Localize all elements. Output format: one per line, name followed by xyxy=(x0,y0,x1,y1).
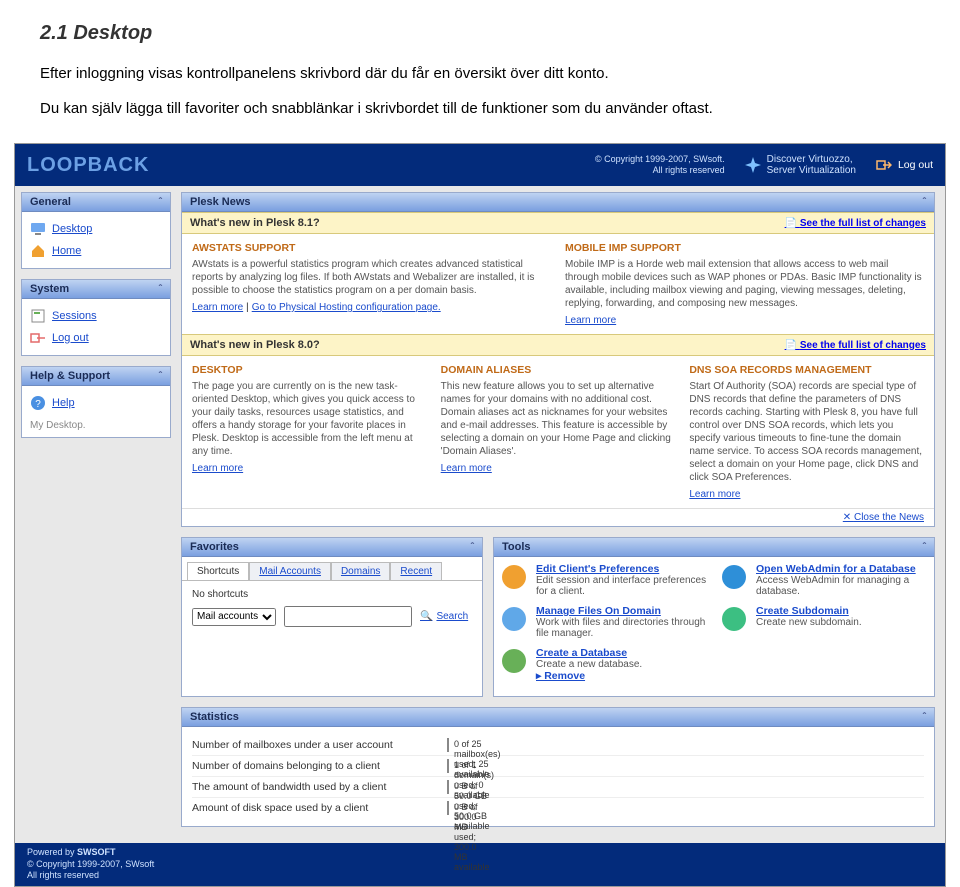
sparkle-icon xyxy=(745,157,761,173)
progress-bar: 0 of 25 mailbox(es) used; 25 available xyxy=(447,738,449,752)
news-subhead-81: What's new in Plesk 8.1? xyxy=(190,217,320,229)
header-copyright: © Copyright 1999-2007, SWsoft. All right… xyxy=(595,154,725,176)
learn-more-link[interactable]: Learn more xyxy=(441,463,492,474)
tool-link[interactable]: Edit Client's Preferences xyxy=(536,563,659,575)
tools-title: Tools xyxy=(502,541,531,553)
statistics-box: Statistics ˆ Number of mailboxes under a … xyxy=(181,707,935,827)
search-icon: 🔍 xyxy=(420,611,432,622)
virtuozzo-link[interactable]: Discover Virtuozzo, Server Virtualizatio… xyxy=(745,154,856,176)
header-bar: LOOPBACK © Copyright 1999-2007, SWsoft. … xyxy=(15,144,945,186)
home-icon xyxy=(30,243,46,259)
svg-text:?: ? xyxy=(35,399,41,410)
news-item-dns-soa: DNS SOA RECORDS MANAGEMENT Start Of Auth… xyxy=(689,364,924,500)
tools-box: Tools ˆ Edit Client's PreferencesEdit ses… xyxy=(493,537,935,697)
doc-paragraph-2: Du kan själv lägga till favoriter och sn… xyxy=(40,98,920,119)
tool-item: Manage Files On DomainWork with files an… xyxy=(500,605,708,639)
sidebar-section-help: Help & Support xyxy=(30,370,110,382)
tool-link[interactable]: Manage Files On Domain xyxy=(536,605,661,617)
chevron-up-icon[interactable]: ˆ xyxy=(471,542,474,553)
tool-item: Edit Client's PreferencesEdit session an… xyxy=(500,563,708,597)
stat-row: Amount of disk space used by a client0 B… xyxy=(192,797,924,818)
stat-row: Number of domains belonging to a client1… xyxy=(192,755,924,776)
chevron-up-icon[interactable]: ˆ xyxy=(159,371,162,382)
full-list-link[interactable]: 📄 See the full list of changes xyxy=(785,340,926,351)
news-subhead-80: What's new in Plesk 8.0? xyxy=(190,339,320,351)
search-link[interactable]: 🔍 Search xyxy=(420,611,468,622)
tool-icon xyxy=(500,563,528,591)
sidebar-section-general: General xyxy=(30,196,71,208)
desktop-icon xyxy=(30,221,46,237)
statistics-title: Statistics xyxy=(190,711,239,723)
tab-domains[interactable]: Domains xyxy=(331,562,390,580)
logout-button[interactable]: Log out xyxy=(876,157,933,173)
logout-icon xyxy=(876,157,892,173)
favorites-empty-text: No shortcuts xyxy=(192,589,472,600)
stat-label: The amount of bandwidth used by a client xyxy=(192,781,447,793)
tool-link[interactable]: Open WebAdmin for a Database xyxy=(756,563,916,575)
learn-more-link[interactable]: Learn more xyxy=(689,489,740,500)
tool-item: Create SubdomainCreate new subdomain. xyxy=(720,605,928,633)
learn-more-link[interactable]: Learn more xyxy=(192,302,243,313)
sidebar: General ˆ Desktop Home System ˆ xyxy=(15,186,177,843)
logo: LOOPBACK xyxy=(27,154,149,177)
tool-link[interactable]: Create Subdomain xyxy=(756,605,849,617)
news-title: Plesk News xyxy=(190,196,251,208)
learn-more-link[interactable]: Learn more xyxy=(192,463,243,474)
chevron-up-icon[interactable]: ˆ xyxy=(923,712,926,723)
close-news-link[interactable]: ✕ Close the News xyxy=(843,512,924,523)
full-list-link[interactable]: 📄 See the full list of changes xyxy=(785,218,926,229)
sidebar-item-sessions[interactable]: Sessions xyxy=(30,305,162,327)
main-content: Plesk News ˆ What's new in Plesk 8.1? 📄 S… xyxy=(177,186,945,843)
tool-item: Create a DatabaseCreate a new database.▸… xyxy=(500,647,708,682)
help-icon: ? xyxy=(30,395,46,411)
config-link[interactable]: Go to Physical Hosting configuration pag… xyxy=(252,302,441,313)
news-item-mobile-imp: MOBILE IMP SUPPORT Mobile IMP is a Horde… xyxy=(565,242,924,326)
progress-bar: 0 B of 50.0 GB used; 50.0 GB available xyxy=(447,780,449,794)
logout-icon xyxy=(30,330,46,346)
stat-label: Amount of disk space used by a client xyxy=(192,802,447,814)
tool-item: Open WebAdmin for a DatabaseAccess WebAd… xyxy=(720,563,928,597)
progress-bar: 0 B of 300.0 MB used; 300.0 MB available xyxy=(447,801,449,815)
sidebar-item-logout[interactable]: Log out xyxy=(30,327,162,349)
news-item-desktop: DESKTOP The page you are currently on is… xyxy=(192,364,427,500)
tool-link[interactable]: Create a Database xyxy=(536,647,627,659)
plesk-news-box: Plesk News ˆ What's new in Plesk 8.1? 📄 S… xyxy=(181,192,935,527)
tool-icon xyxy=(720,605,748,633)
stat-label: Number of domains belonging to a client xyxy=(192,760,447,772)
sidebar-item-home[interactable]: Home xyxy=(30,240,162,262)
sidebar-item-help[interactable]: ? Help xyxy=(30,392,162,414)
tool-remove-link[interactable]: ▸ Remove xyxy=(536,670,585,682)
tool-icon xyxy=(500,605,528,633)
sessions-icon xyxy=(30,308,46,324)
tab-shortcuts[interactable]: Shortcuts xyxy=(187,562,249,580)
sidebar-note: My Desktop. xyxy=(30,420,162,431)
sidebar-section-system: System xyxy=(30,283,69,295)
doc-paragraph-1: Efter inloggning visas kontrollpanelens … xyxy=(40,63,920,84)
tab-recent[interactable]: Recent xyxy=(390,562,442,580)
chevron-up-icon[interactable]: ˆ xyxy=(159,197,162,208)
tab-mail-accounts[interactable]: Mail Accounts xyxy=(249,562,331,580)
learn-more-link[interactable]: Learn more xyxy=(565,315,616,326)
chevron-up-icon[interactable]: ˆ xyxy=(923,197,926,208)
sidebar-item-desktop[interactable]: Desktop xyxy=(30,218,162,240)
stat-label: Number of mailboxes under a user account xyxy=(192,739,447,751)
tool-icon xyxy=(720,563,748,591)
stat-row: The amount of bandwidth used by a client… xyxy=(192,776,924,797)
progress-bar: 1 of 1 domain(s) used; 0 available xyxy=(447,759,449,773)
plesk-screenshot: LOOPBACK © Copyright 1999-2007, SWsoft. … xyxy=(14,143,946,887)
favorites-search-input[interactable] xyxy=(284,606,412,627)
chevron-up-icon[interactable]: ˆ xyxy=(923,542,926,553)
stat-row: Number of mailboxes under a user account… xyxy=(192,735,924,755)
document-section: 2.1 Desktop Efter inloggning visas kontr… xyxy=(0,0,960,143)
favorites-title: Favorites xyxy=(190,541,239,553)
tool-icon xyxy=(500,647,528,675)
favorites-filter-select[interactable]: Mail accounts xyxy=(192,608,276,626)
favorites-box: Favorites ˆ Shortcuts Mail Accounts Domai… xyxy=(181,537,483,697)
chevron-up-icon[interactable]: ˆ xyxy=(159,284,162,295)
news-item-domain-aliases: DOMAIN ALIASES This new feature allows y… xyxy=(441,364,676,500)
news-item-awstats: AWSTATS SUPPORT AWstats is a powerful st… xyxy=(192,242,551,326)
doc-heading: 2.1 Desktop xyxy=(40,22,920,45)
